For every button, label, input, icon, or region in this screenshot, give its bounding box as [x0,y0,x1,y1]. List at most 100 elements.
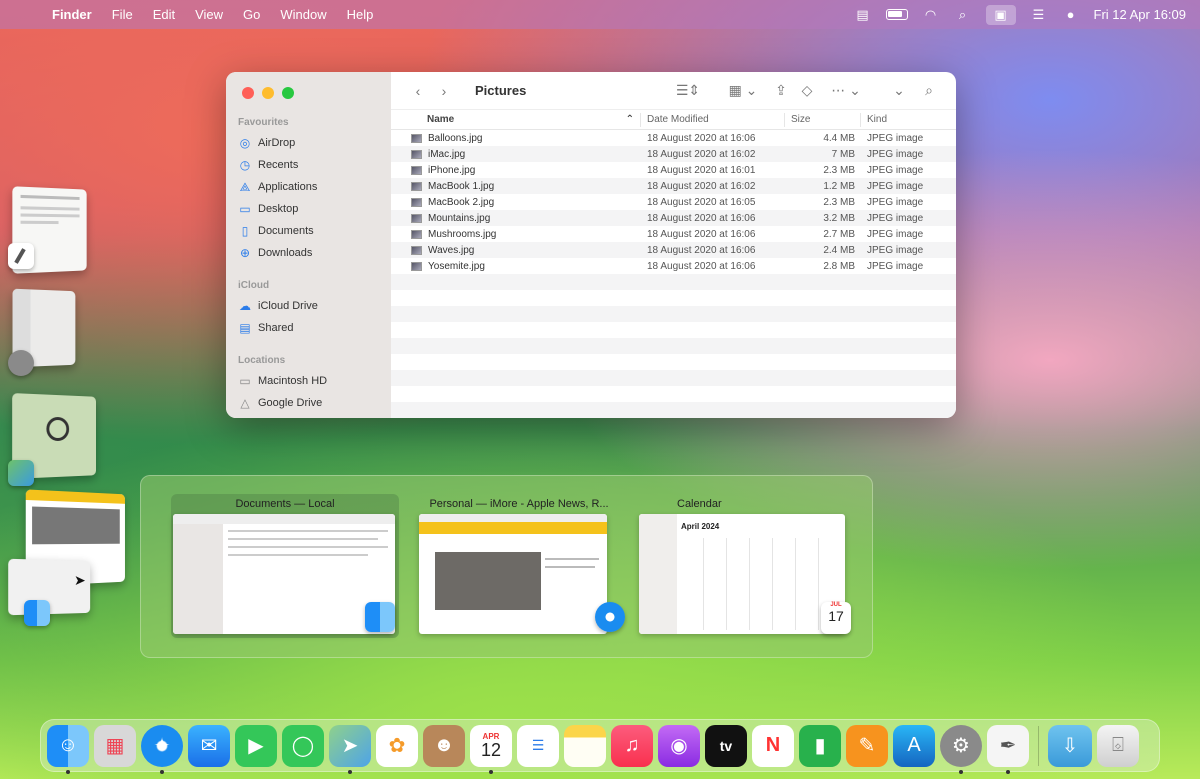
sidebar-item-shared[interactable]: ▤ Shared [238,317,379,339]
siri-icon[interactable]: ● [1062,7,1080,22]
minimize-button[interactable] [262,87,274,99]
sidebar-item-label: Downloads [258,247,313,259]
table-row[interactable]: Waves.jpg 18 August 2020 at 16:06 2.4 MB JP… [391,242,956,258]
table-row[interactable]: MacBook 2.jpg 18 August 2020 at 16:05 2.3 … [391,194,956,210]
list-view-icon[interactable]: ☰⇕ [668,82,708,99]
tv-icon[interactable]: tv [705,724,747,767]
app-store-icon[interactable]: A [893,724,935,767]
column-header-kind[interactable]: Kind [861,113,956,127]
table-row[interactable]: Yosemite.jpg 18 August 2020 at 16:06 2.8 M… [391,258,956,274]
textedit-app-icon [8,243,34,269]
zoom-button[interactable] [282,87,294,99]
downloads-folder-icon[interactable]: ⇩ [1048,724,1092,767]
news-icon[interactable]: N [752,724,794,767]
table-row[interactable]: iPhone.jpg 18 August 2020 at 16:01 2.3 MB J… [391,162,956,178]
mail-icon[interactable]: ✉ [188,724,230,767]
maps-app-icon [8,460,34,486]
file-kind: JPEG image [867,196,924,208]
column-header-name[interactable]: Name ⌃ [391,112,641,127]
menu-help[interactable]: Help [337,7,384,22]
sidebar-item-downloads[interactable]: ⊕ Downloads [238,242,379,264]
reminders-icon[interactable]: ☰ [517,724,559,767]
column-header-date[interactable]: Date Modified [641,112,785,127]
sidebar-item-recents[interactable]: ◷ Recents [238,154,379,176]
tag-icon[interactable]: ◇ [794,82,820,99]
back-chevron-icon[interactable]: ‹ [405,83,431,99]
notes-icon[interactable] [564,724,606,767]
empty-row [391,274,956,290]
table-row[interactable]: MacBook 1.jpg 18 August 2020 at 16:02 1.2 … [391,178,956,194]
pages-icon[interactable]: ✎ [846,724,888,767]
switcher-item-safari[interactable]: Personal — iMore - Apple News, R... [419,494,625,638]
file-size: 3.2 MB [823,212,855,224]
download-icon: ⊕ [239,246,251,260]
sidebar-item-documents[interactable]: ▯ Documents [238,220,379,242]
menu-app-finder[interactable]: Finder [42,7,102,22]
file-date: 18 August 2020 at 16:06 [647,260,756,272]
image-thumbnail-icon [411,213,422,223]
switcher-item-calendar[interactable]: Calendar April 2024 JUL 17 [637,494,851,638]
battery-icon[interactable] [885,9,908,20]
finder-icon[interactable]: ☺ [47,724,89,774]
window-controls [242,87,379,99]
forward-chevron-icon[interactable]: › [431,83,457,99]
sidebar-item-label: Documents [258,225,314,237]
menu-file[interactable]: File [102,7,143,22]
empty-row [391,402,956,418]
file-size: 2.7 MB [823,228,855,240]
display-menu-icon[interactable]: ▤ [854,7,872,22]
menu-edit[interactable]: Edit [143,7,185,22]
file-size: 2.3 MB [823,196,855,208]
calendar-icon-day: 17 [828,608,844,624]
launchpad-icon[interactable]: ▦ [94,724,136,767]
chevron-down-icon[interactable]: ⌄ [886,82,912,99]
column-header-size[interactable]: Size [785,112,861,127]
table-row[interactable]: Mushrooms.jpg 18 August 2020 at 16:06 2.7 … [391,226,956,242]
system-settings-icon[interactable]: ⚙ [940,724,982,774]
sidebar-item-label: Recents [258,159,299,171]
table-row[interactable]: iMac.jpg 18 August 2020 at 16:02 7 MB JPEG … [391,146,956,162]
sidebar-item-google-drive[interactable]: △ Google Drive [238,392,379,414]
applications-icon: ⟁ [239,179,251,194]
file-date: 18 August 2020 at 16:06 [647,212,756,224]
contacts-icon[interactable]: ☻ [423,724,465,767]
file-date: 18 August 2020 at 16:06 [647,132,756,144]
control-centre-icon[interactable]: ☰ [1030,7,1048,22]
trash-icon[interactable]: ⌺ [1097,724,1139,767]
menu-clock[interactable]: Fri 12 Apr 16:09 [1094,7,1187,22]
messages-icon[interactable]: ◯ [282,724,324,767]
maps-icon[interactable]: ➤ [329,724,371,774]
spotlight-search-icon[interactable]: ⌕ [954,7,972,22]
music-icon[interactable]: ♫ [611,724,653,767]
file-list: Balloons.jpg 18 August 2020 at 16:06 4.4 M… [391,130,956,418]
calendar-icon[interactable]: APR 12 [470,724,512,774]
share-icon[interactable]: ⇪ [768,82,794,99]
sidebar-item-label: Shared [258,322,294,334]
switcher-item-finder[interactable]: Documents — Local [171,494,399,638]
more-actions-icon[interactable]: ⋯ ⌄ [826,82,866,99]
close-button[interactable] [242,87,254,99]
table-row[interactable]: Balloons.jpg 18 August 2020 at 16:06 4.4 M… [391,130,956,146]
sidebar-item-macintosh-hd[interactable]: ▭ Macintosh HD [238,370,379,392]
facetime-icon[interactable]: ▶ [235,724,277,767]
numbers-icon[interactable]: ▮ [799,724,841,767]
menu-window[interactable]: Window [270,7,336,22]
sidebar-item-airdrop[interactable]: ◎ AirDrop [238,132,379,154]
photos-icon[interactable]: ✿ [376,724,418,767]
empty-row [391,290,956,306]
sidebar-item-icloud-drive[interactable]: ☁ iCloud Drive [238,295,379,317]
sidebar-item-applications[interactable]: ⟁ Applications [238,176,379,198]
table-row[interactable]: Mountains.jpg 18 August 2020 at 16:06 3.2 … [391,210,956,226]
sidebar-item-desktop[interactable]: ▭ Desktop [238,198,379,220]
empty-row [391,386,956,402]
group-icon[interactable]: ▦ ⌄ [718,82,768,99]
stage-manager-icon[interactable]: ▣ [985,4,1016,25]
search-icon[interactable]: ⌕ [916,82,942,99]
sort-up-icon: ⌃ [625,114,634,126]
menu-go[interactable]: Go [233,7,270,22]
textedit-icon[interactable]: ✒ [987,724,1029,774]
wifi-icon[interactable]: ◠ [922,7,940,22]
menu-view[interactable]: View [185,7,233,22]
safari-icon[interactable]: ✦ [141,724,183,774]
podcasts-icon[interactable]: ◉ [658,724,700,767]
